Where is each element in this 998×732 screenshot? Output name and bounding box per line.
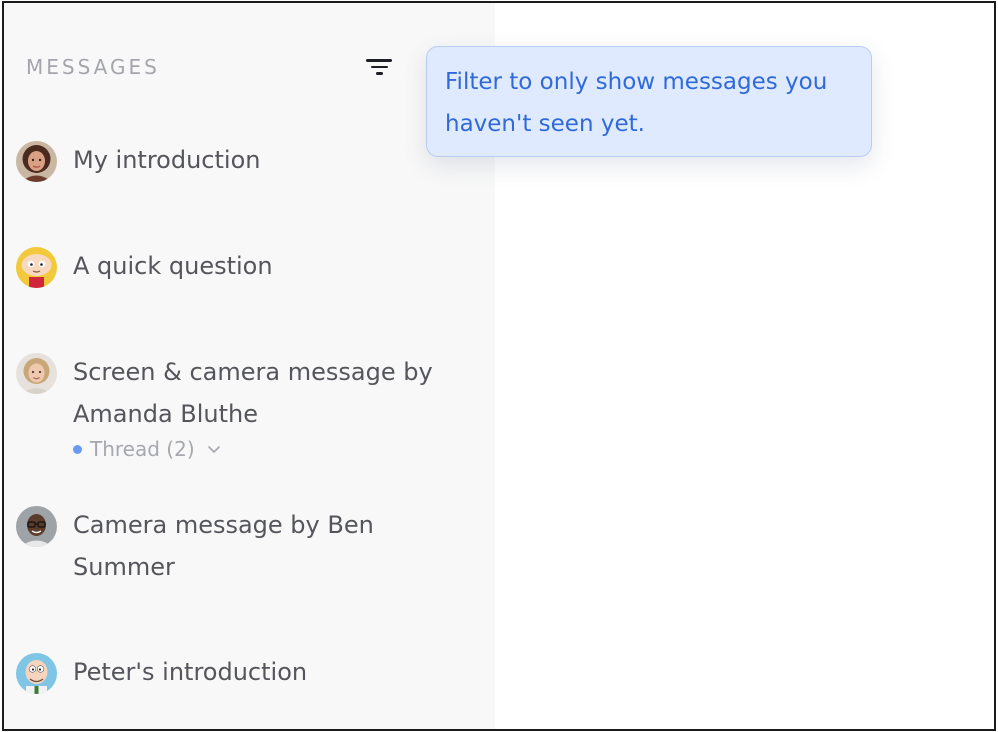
message-item-camera-ben-summer[interactable]: Camera message by Ben Summer [16, 504, 486, 594]
message-title: Screen & camera message by Amanda Bluthe [73, 358, 433, 428]
message-title: My introduction [73, 146, 261, 174]
filter-icon[interactable] [364, 55, 394, 79]
avatar-peter-cartoon-icon [16, 653, 57, 694]
avatar [16, 506, 57, 547]
message-item-a-quick-question[interactable]: A quick question [16, 245, 486, 293]
filter-line [366, 59, 392, 62]
avatar-stewie-cartoon-icon [16, 247, 57, 288]
thread-toggle[interactable]: Thread (2) [73, 437, 221, 461]
message-title: Camera message by Ben Summer [73, 511, 374, 581]
messages-sidebar: MESSAGES My introduction A quick questio… [4, 3, 495, 729]
avatar [16, 141, 57, 182]
avatar-man-glasses-icon [16, 506, 57, 547]
message-item-my-introduction[interactable]: My introduction [16, 139, 486, 187]
thread-label: Thread (2) [90, 437, 195, 461]
app-window: MESSAGES My introduction A quick questio… [2, 1, 996, 731]
message-item-screen-camera-amanda[interactable]: Screen & camera message by Amanda Bluthe… [16, 351, 486, 471]
avatar-woman-blonde-icon [16, 353, 57, 394]
avatar-woman-curly-hair-icon [16, 141, 57, 182]
message-item-peters-introduction[interactable]: Peter's introduction [16, 651, 486, 699]
avatar [16, 653, 57, 694]
unread-dot [73, 444, 82, 454]
filter-tooltip: Filter to only show messages you haven't… [426, 46, 872, 157]
sidebar-header: MESSAGES [26, 55, 160, 79]
message-title: Peter's introduction [73, 658, 308, 686]
message-title: A quick question [73, 252, 273, 280]
chevron-down-icon [207, 446, 220, 453]
avatar [16, 247, 57, 288]
filter-line [375, 72, 383, 75]
tooltip-text: Filter to only show messages you haven't… [445, 69, 828, 137]
filter-line [370, 65, 388, 69]
avatar [16, 353, 57, 394]
